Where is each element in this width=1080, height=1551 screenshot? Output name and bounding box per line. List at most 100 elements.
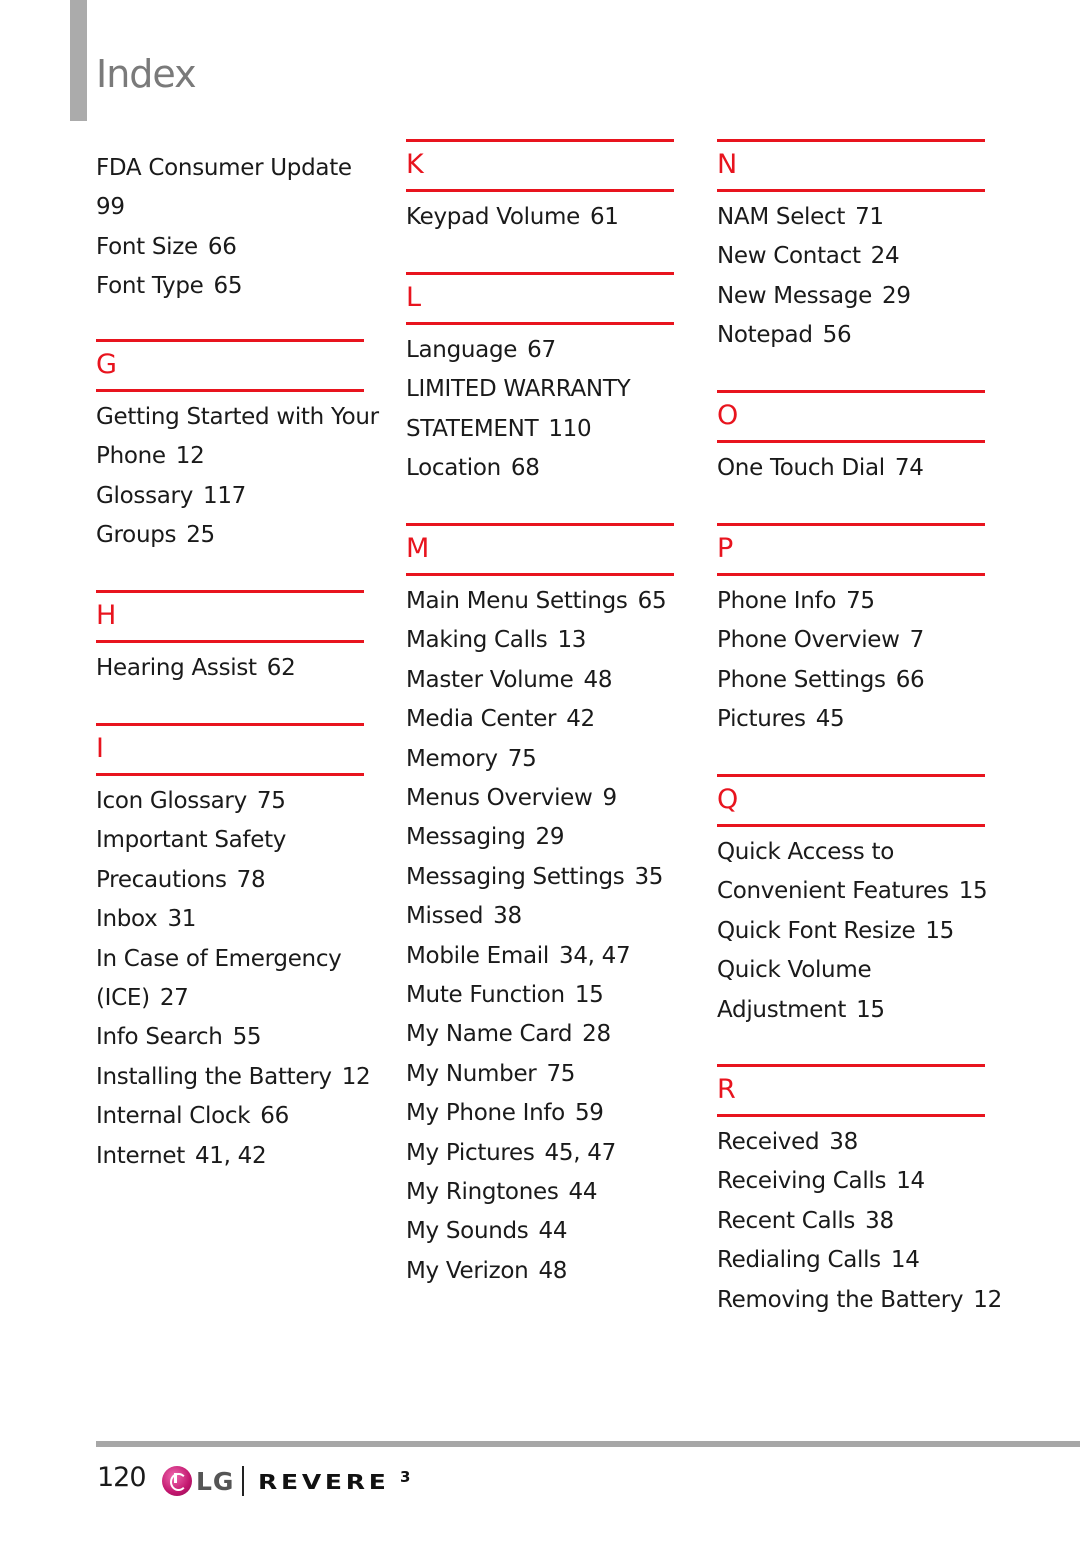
index-entry[interactable]: Quick Access to [717,837,894,867]
entry-page-ref[interactable]: 9 [603,785,618,811]
entry-page-ref[interactable]: 14 [891,1247,920,1273]
index-entry[interactable]: Important Safety [96,825,286,855]
index-entry[interactable]: My Pictures 45, 47 [406,1138,616,1168]
index-entry[interactable]: Removing the Battery 12 [717,1285,1002,1315]
index-entry[interactable]: FDA Consumer Update [96,153,352,183]
index-entry[interactable]: Media Center 42 [406,704,595,734]
entry-page-ref[interactable]: 68 [511,455,540,481]
entry-page-ref[interactable]: 66 [208,234,237,260]
entry-page-ref[interactable]: 7 [910,627,925,653]
index-entry[interactable]: Phone 12 [96,441,205,471]
index-entry[interactable]: Pictures 45 [717,704,845,734]
index-entry[interactable]: Menus Overview 9 [406,783,617,813]
entry-page-ref[interactable]: 41, 42 [195,1143,267,1169]
index-entry[interactable]: Messaging 29 [406,822,564,852]
entry-page-ref[interactable]: 44 [569,1179,598,1205]
entry-page-ref[interactable]: 110 [548,416,591,442]
entry-page-ref[interactable]: 65 [638,588,667,614]
entry-page-ref[interactable]: 29 [882,283,911,309]
entry-page-ref[interactable]: 15 [959,878,988,904]
index-entry[interactable]: Keypad Volume 61 [406,202,619,232]
index-entry[interactable]: My Ringtones 44 [406,1177,597,1207]
index-entry[interactable]: My Sounds 44 [406,1216,567,1246]
index-entry[interactable]: Phone Settings 66 [717,665,925,695]
index-entry[interactable]: LIMITED WARRANTY [406,374,631,404]
entry-page-ref[interactable]: 74 [895,455,924,481]
index-entry[interactable]: Location 68 [406,453,540,483]
index-entry[interactable]: New Message 29 [717,281,911,311]
entry-page-ref[interactable]: 48 [538,1258,567,1284]
index-entry[interactable]: Recent Calls 38 [717,1206,894,1236]
entry-page-ref[interactable]: 31 [167,906,196,932]
index-entry[interactable]: Precautions 78 [96,865,266,895]
index-entry[interactable]: New Contact 24 [717,241,900,271]
index-entry[interactable]: Phone Info 75 [717,586,875,616]
entry-page-ref[interactable]: 55 [233,1024,262,1050]
index-entry[interactable]: Installing the Battery 12 [96,1062,371,1092]
entry-page-ref[interactable]: 42 [566,706,595,732]
index-entry[interactable]: Messaging Settings 35 [406,862,663,892]
index-entry[interactable]: Icon Glossary 75 [96,786,286,816]
index-entry[interactable]: Getting Started with Your [96,402,379,432]
entry-page-ref[interactable]: 12 [176,443,205,469]
entry-page-ref[interactable]: 75 [508,746,537,772]
entry-page-ref[interactable]: 38 [493,903,522,929]
index-entry[interactable]: Receiving Calls 14 [717,1166,925,1196]
index-entry[interactable]: Phone Overview 7 [717,625,924,655]
entry-page-ref[interactable]: 62 [267,655,296,681]
index-entry[interactable]: My Name Card 28 [406,1019,611,1049]
index-entry[interactable]: Memory 75 [406,744,537,774]
index-entry[interactable]: Notepad 56 [717,320,852,350]
index-entry[interactable]: My Verizon 48 [406,1256,567,1286]
index-entry[interactable]: Quick Volume [717,955,872,985]
entry-page-ref[interactable]: 27 [160,985,189,1011]
entry-page-ref[interactable]: 12 [342,1064,371,1090]
entry-page-ref[interactable]: 66 [896,667,925,693]
index-entry[interactable]: Hearing Assist 62 [96,653,296,683]
entry-page-ref[interactable]: 15 [575,982,604,1008]
index-entry[interactable]: Master Volume 48 [406,665,612,695]
index-entry[interactable]: Info Search 55 [96,1022,262,1052]
entry-page-ref[interactable]: 35 [634,864,663,890]
index-entry[interactable]: Mobile Email 34, 47 [406,941,631,971]
entry-page-ref[interactable]: 15 [856,997,885,1023]
index-entry[interactable]: Internal Clock 66 [96,1101,289,1131]
entry-page-ref[interactable]: 25 [186,522,215,548]
entry-page-ref[interactable]: 14 [896,1168,925,1194]
entry-page-ref[interactable]: 38 [829,1129,858,1155]
index-entry[interactable]: Font Size 66 [96,232,237,262]
entry-page-ref[interactable]: 29 [536,824,565,850]
index-entry[interactable]: Received 38 [717,1127,858,1157]
index-entry[interactable]: Internet 41, 42 [96,1141,267,1171]
index-entry[interactable]: Convenient Features 15 [717,876,988,906]
entry-page-ref[interactable]: 45, 47 [545,1140,617,1166]
index-entry[interactable]: Making Calls 13 [406,625,586,655]
index-entry[interactable]: 99 [96,192,125,222]
index-entry[interactable]: (ICE) 27 [96,983,189,1013]
index-entry[interactable]: My Phone Info 59 [406,1098,604,1128]
index-entry[interactable]: Redialing Calls 14 [717,1245,920,1275]
index-entry[interactable]: STATEMENT 110 [406,414,592,444]
index-entry[interactable]: One Touch Dial 74 [717,453,924,483]
entry-page-ref[interactable]: 45 [816,706,845,732]
index-entry[interactable]: In Case of Emergency [96,944,342,974]
index-entry[interactable]: Glossary 117 [96,481,246,511]
index-entry[interactable]: Inbox 31 [96,904,196,934]
entry-page-ref[interactable]: 75 [546,1061,575,1087]
index-entry[interactable]: Adjustment 15 [717,995,885,1025]
entry-page-ref[interactable]: 59 [575,1100,604,1126]
entry-page-ref[interactable]: 61 [590,204,619,230]
entry-page-ref[interactable]: 67 [527,337,556,363]
index-entry[interactable]: Quick Font Resize 15 [717,916,954,946]
entry-page-ref[interactable]: 15 [925,918,954,944]
entry-page-ref[interactable]: 71 [855,204,884,230]
entry-page-ref[interactable]: 13 [557,627,586,653]
entry-page-ref[interactable]: 117 [203,483,246,509]
entry-page-ref[interactable]: 75 [257,788,286,814]
index-entry[interactable]: My Number 75 [406,1059,575,1089]
index-entry[interactable]: Groups 25 [96,520,215,550]
entry-page-ref[interactable]: 34, 47 [559,943,631,969]
entry-page-ref[interactable]: 56 [823,322,852,348]
entry-page-ref[interactable]: 28 [582,1021,611,1047]
index-entry[interactable]: Mute Function 15 [406,980,604,1010]
